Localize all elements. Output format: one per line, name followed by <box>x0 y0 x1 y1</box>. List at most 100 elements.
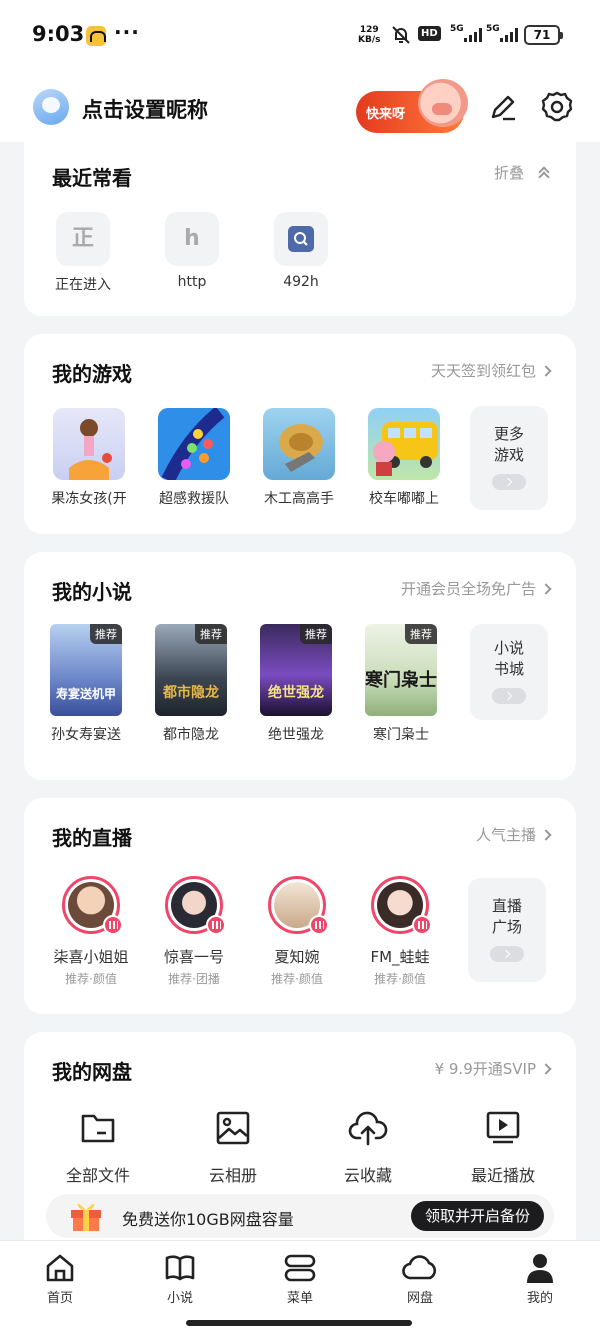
novel-item[interactable]: 推荐 绝世强龙 绝世强龙 <box>246 624 346 744</box>
recent-card: 最近常看 折叠 正 正在进入 h http 492h <box>24 142 576 316</box>
tab-netdisk-label: 网盘 <box>406 1291 433 1306</box>
novel-cover: 推荐 寒门枭士 <box>365 624 437 716</box>
cloud-album-label: 云相册 <box>208 1166 257 1185</box>
novel-store-button[interactable]: 小说书城 <box>470 624 548 720</box>
game-tile[interactable]: 校车嘟嘟上 <box>356 408 452 508</box>
live-plaza-button[interactable]: 直播广场 <box>468 878 546 982</box>
tab-novel-label: 小说 <box>166 1291 193 1306</box>
more-games-button[interactable]: 更多游戏 <box>470 406 548 510</box>
novels-link[interactable]: 开通会员全场免广告 <box>400 578 552 599</box>
streamer-name: 柒喜小姐姐 <box>53 948 129 966</box>
free-storage-banner[interactable]: 免费送你10GB网盘容量 领取并开启备份 <box>46 1194 554 1238</box>
cloud-album-button[interactable]: 云相册 <box>178 1110 288 1186</box>
streamer-name: 惊喜一号 <box>163 948 224 966</box>
live-streamer[interactable]: 夏知婉 推荐·颜值 <box>247 876 347 987</box>
chevron-right-icon <box>492 688 526 704</box>
avatar[interactable] <box>33 89 69 125</box>
game-name: 木工高高手 <box>264 491 334 507</box>
tab-menu[interactable]: 菜单 <box>260 1251 340 1306</box>
recommend-tag: 推荐 <box>195 624 227 644</box>
novels-card: 我的小说 开通会员全场免广告 推荐 寿宴送机甲 孙女寿宴送 推荐 都市隐龙 都市… <box>24 552 576 780</box>
recent-item-label: 正在进入 <box>55 277 111 293</box>
chevron-right-icon <box>540 582 552 595</box>
live-streamer[interactable]: 柒喜小姐姐 推荐·颜值 <box>41 876 141 987</box>
play-screen-icon <box>486 1111 520 1144</box>
tab-mine[interactable]: 我的 <box>500 1251 580 1306</box>
novel-name: 孙女寿宴送 <box>51 727 121 743</box>
jelly-girl-art <box>69 419 112 480</box>
game-tile[interactable]: 木工高高手 <box>251 408 347 508</box>
promo-label: 快来呀 <box>366 107 406 122</box>
mute-icon <box>392 26 410 44</box>
edit-icon[interactable] <box>488 92 518 122</box>
game-tile[interactable]: 果冻女孩(开 <box>41 408 137 508</box>
streamer-avatar <box>165 876 226 935</box>
novel-item[interactable]: 推荐 寒门枭士 寒门枭士 <box>351 624 451 744</box>
cloud-collect-button[interactable]: 云收藏 <box>313 1110 423 1186</box>
speed-unit: KB/s <box>358 35 381 45</box>
live-link[interactable]: 人气主播 <box>475 824 552 845</box>
tab-menu-label: 菜单 <box>286 1291 313 1306</box>
novel-item[interactable]: 推荐 寿宴送机甲 孙女寿宴送 <box>36 624 136 744</box>
claim-backup-button[interactable]: 领取并开启备份 <box>410 1201 544 1231</box>
cover-title: 绝世强龙 <box>268 685 324 701</box>
games-link[interactable]: 天天签到领红包 <box>430 360 552 381</box>
streamer-tags: 推荐·颜值 <box>271 972 323 986</box>
streamer-avatar <box>268 876 329 935</box>
school-bus-art <box>373 422 438 476</box>
recent-play-label: 最近播放 <box>470 1166 535 1185</box>
games-title: 我的游戏 <box>52 362 132 386</box>
menu-icon <box>284 1254 316 1282</box>
recent-title: 最近常看 <box>52 166 132 190</box>
network-type-2: 5G <box>486 24 500 34</box>
live-link-label: 人气主播 <box>475 826 536 844</box>
cover-title: 都市隐龙 <box>163 685 219 701</box>
recommend-tag: 推荐 <box>405 624 437 644</box>
recent-item[interactable]: 正 正在进入 <box>38 212 128 294</box>
woodwork-art <box>279 424 323 472</box>
novel-cover: 推荐 绝世强龙 <box>260 624 332 716</box>
live-streamer[interactable]: 惊喜一号 推荐·团播 <box>144 876 244 987</box>
battery-icon: 71 <box>524 25 563 45</box>
recent-play-button[interactable]: 最近播放 <box>448 1110 558 1186</box>
search-site-icon <box>288 226 314 252</box>
tab-home[interactable]: 首页 <box>20 1251 100 1306</box>
chevron-right-icon <box>540 1062 552 1075</box>
tab-netdisk[interactable]: 网盘 <box>380 1251 460 1306</box>
live-card: 我的直播 人气主播 柒喜小姐姐 推荐·颜值 惊喜一号 推荐·团播 夏知婉 推荐·… <box>24 798 576 1014</box>
image-icon <box>216 1111 250 1145</box>
novel-store-label: 小说书城 <box>493 639 524 678</box>
network-type-1: 5G <box>450 24 464 34</box>
recent-item[interactable]: 492h <box>256 212 346 290</box>
recommend-tag: 推荐 <box>90 624 122 644</box>
battery-level: 71 <box>533 28 551 42</box>
novels-link-label: 开通会员全场免广告 <box>400 580 536 598</box>
chevron-right-icon <box>540 828 552 841</box>
all-files-button[interactable]: 全部文件 <box>43 1110 153 1186</box>
games-link-label: 天天签到领红包 <box>430 362 536 380</box>
tab-novel[interactable]: 小说 <box>140 1251 220 1306</box>
novel-item[interactable]: 推荐 都市隐龙 都市隐龙 <box>141 624 241 744</box>
home-indicator[interactable] <box>186 1320 412 1326</box>
live-indicator-icon <box>206 915 226 935</box>
banner-text: 免费送你10GB网盘容量 <box>122 1210 294 1229</box>
game-name: 校车嘟嘟上 <box>369 491 439 507</box>
settings-icon[interactable] <box>540 90 574 124</box>
recommend-tag: 推荐 <box>300 624 332 644</box>
more-notifications-icon: ··· <box>114 20 140 44</box>
novels-title: 我的小说 <box>52 580 132 604</box>
set-nickname-link[interactable]: 点击设置昵称 <box>82 94 208 124</box>
novel-name: 绝世强龙 <box>268 727 324 743</box>
game-tile[interactable]: 超感救援队 <box>146 408 242 508</box>
svip-link[interactable]: ¥ 9.9开通SVIP <box>435 1058 552 1079</box>
recent-item[interactable]: h http <box>147 212 237 290</box>
live-indicator-icon <box>309 915 329 935</box>
app-notification-icon <box>86 26 106 46</box>
signal-1-icon <box>464 28 482 42</box>
fold-button[interactable]: 折叠 <box>494 162 550 183</box>
novel-cover: 推荐 寿宴送机甲 <box>50 624 122 716</box>
promo-badge[interactable]: 快来呀 <box>356 79 468 133</box>
live-streamer[interactable]: FM_蛙蛙 推荐·颜值 <box>350 876 450 987</box>
rescue-team-art <box>161 408 225 480</box>
cover-title: 寿宴送机甲 <box>55 687 116 701</box>
